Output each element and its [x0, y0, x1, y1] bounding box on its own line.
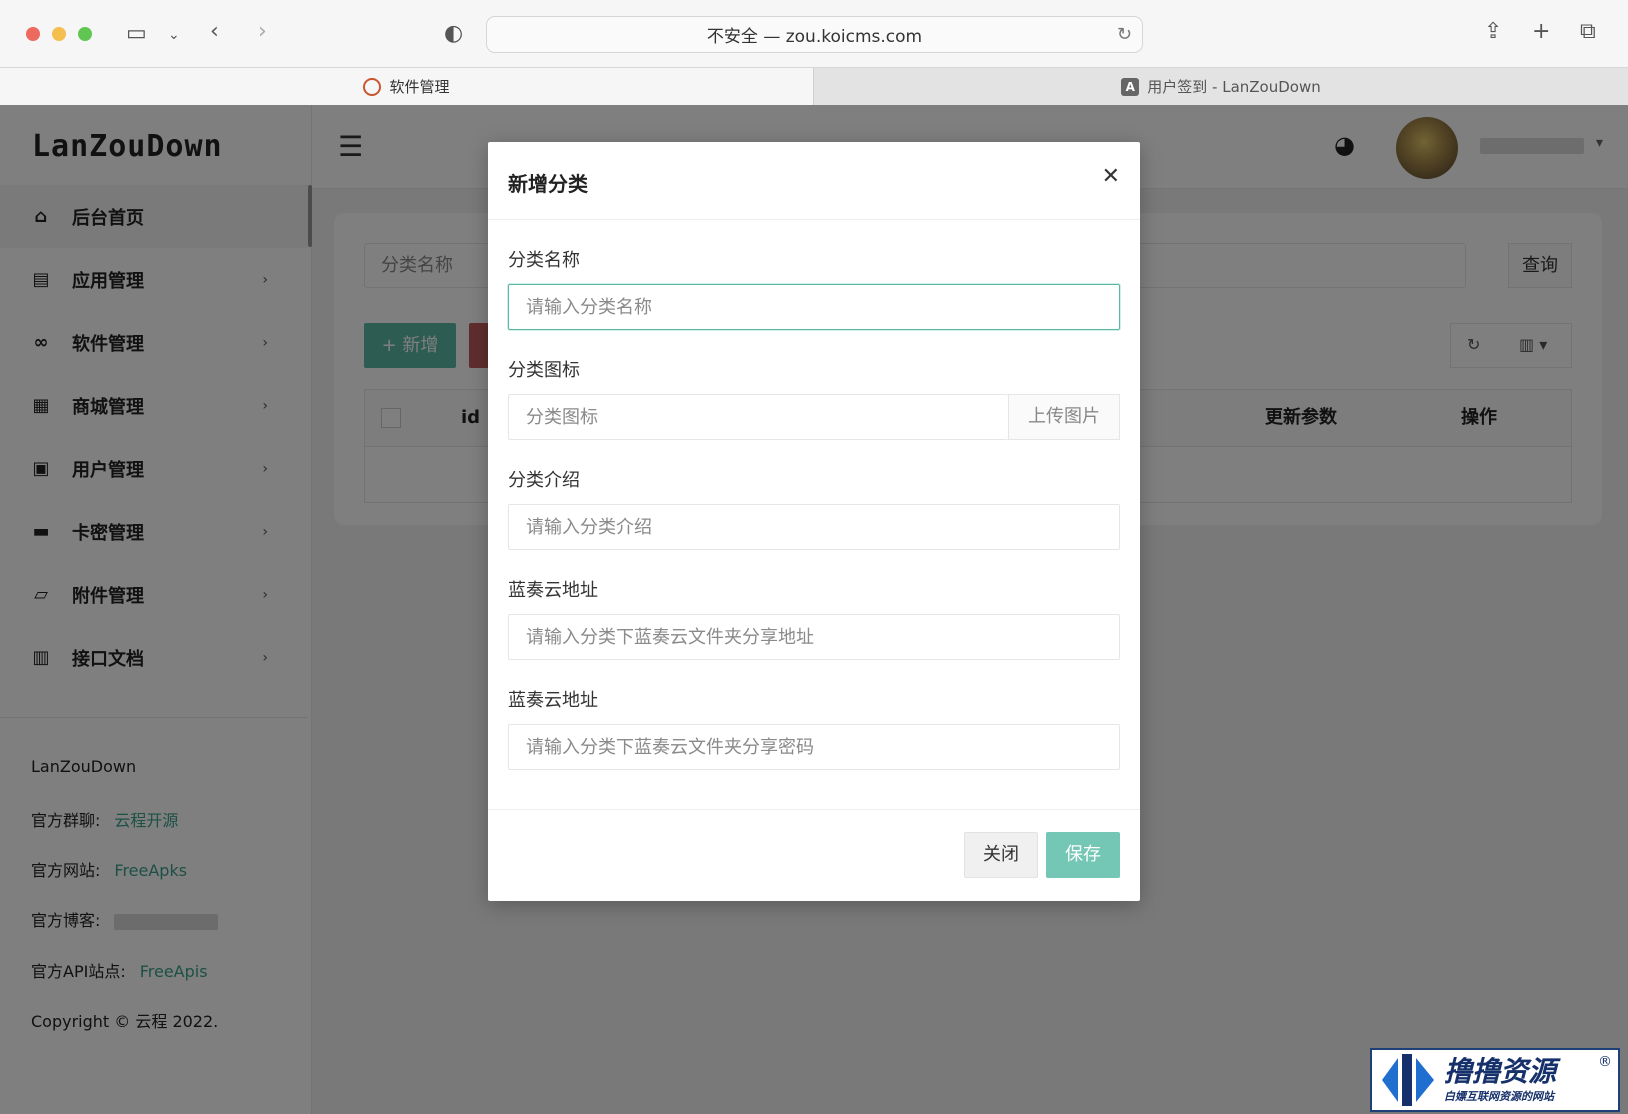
category-intro-input[interactable] — [508, 504, 1120, 550]
category-intro-label: 分类介绍 — [508, 470, 580, 491]
add-category-modal: 新增分类 ✕ 分类名称 分类图标 上传图片 分类介绍 蓝奏云地址 蓝奏云地址 关… — [488, 142, 1140, 901]
tab-software-management[interactable]: 软件管理 — [0, 68, 813, 105]
category-name-label: 分类名称 — [508, 250, 580, 271]
chevron-down-icon[interactable]: ⌄ — [168, 23, 180, 47]
tab-overview-icon[interactable]: ⧉ — [1580, 20, 1596, 44]
reload-icon[interactable]: ↻ — [1117, 24, 1132, 45]
close-button[interactable]: 关闭 — [964, 832, 1038, 878]
lanzou-password-input[interactable] — [508, 724, 1120, 770]
save-button[interactable]: 保存 — [1046, 832, 1120, 878]
address-bar[interactable]: 不安全 — zou.koicms.com ↻ — [486, 16, 1143, 53]
modal-header: 新增分类 ✕ — [488, 142, 1140, 220]
site-favicon-icon — [363, 77, 382, 96]
letter-favicon-icon: A — [1121, 77, 1140, 96]
sidebar-toggle-icon[interactable]: ▭ — [126, 22, 147, 46]
lanzou-url-input[interactable] — [508, 614, 1120, 660]
category-name-input[interactable] — [508, 284, 1120, 330]
share-icon[interactable]: ⇪ — [1484, 20, 1502, 44]
modal-title: 新增分类 — [508, 172, 588, 196]
lanzou-password-label: 蓝奏云地址 — [508, 690, 598, 711]
lanzou-url-label: 蓝奏云地址 — [508, 580, 598, 601]
modal-footer: 关闭 保存 — [488, 809, 1140, 901]
back-icon[interactable]: ‹ — [210, 20, 219, 44]
registered-mark: ® — [1598, 1054, 1612, 1070]
browser-titlebar: ▭ ⌄ ‹ › ◐ 不安全 — zou.koicms.com ↻ ⇪ + ⧉ — [0, 0, 1628, 67]
forward-icon[interactable]: › — [258, 20, 267, 44]
shield-icon[interactable]: ◐ — [444, 22, 463, 46]
address-text: 不安全 — zou.koicms.com — [706, 27, 923, 47]
window-minimize-button[interactable] — [52, 27, 66, 41]
window-close-button[interactable] — [26, 27, 40, 41]
tab-label: 用户签到 - LanZouDown — [1147, 78, 1321, 96]
category-icon-label: 分类图标 — [508, 360, 580, 381]
watermark-badge: 撸撸资源 白嫖互联网资源的网站 ® — [1370, 1048, 1620, 1112]
category-icon-input[interactable] — [508, 394, 1008, 440]
tab-user-checkin[interactable]: A 用户签到 - LanZouDown — [813, 68, 1628, 105]
watermark-text: 撸撸资源 白嫖互联网资源的网站 — [1444, 1056, 1556, 1104]
upload-image-button[interactable]: 上传图片 — [1008, 394, 1120, 440]
watermark-logo-icon — [1382, 1054, 1434, 1106]
close-icon[interactable]: ✕ — [1102, 164, 1120, 189]
watermark-title: 撸撸资源 — [1444, 1055, 1557, 1088]
window-zoom-button[interactable] — [78, 27, 92, 41]
watermark-subtitle: 白嫖互联网资源的网站 — [1444, 1090, 1554, 1103]
tab-label: 软件管理 — [389, 78, 450, 96]
tab-bar: 软件管理 A 用户签到 - LanZouDown — [0, 67, 1628, 105]
new-tab-icon[interactable]: + — [1532, 20, 1550, 44]
